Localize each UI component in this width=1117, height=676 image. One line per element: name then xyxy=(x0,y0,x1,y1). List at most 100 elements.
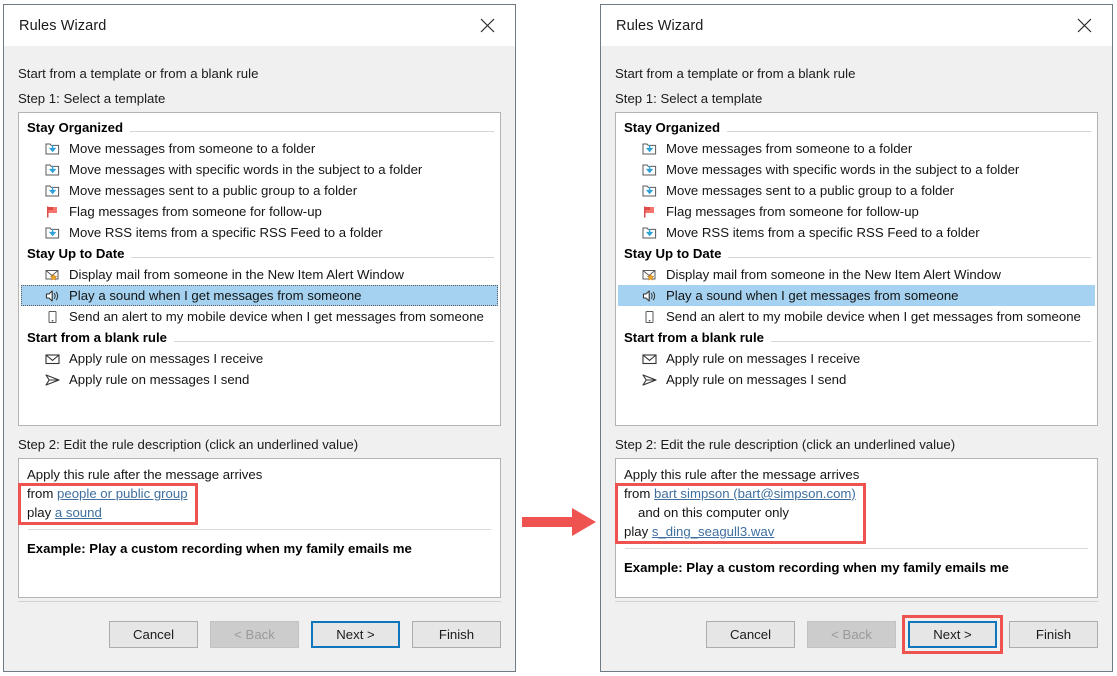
template-list-item[interactable]: Display mail from someone in the New Ite… xyxy=(21,264,498,285)
group-divider xyxy=(728,257,1091,258)
cancel-button[interactable]: Cancel xyxy=(706,621,795,648)
group-divider xyxy=(174,341,494,342)
send-arrow-icon xyxy=(640,371,659,388)
alert-window-icon xyxy=(640,266,659,283)
template-list-item[interactable]: Apply rule on messages I receive xyxy=(21,348,498,369)
move-to-folder-icon xyxy=(43,140,62,157)
close-icon[interactable] xyxy=(1062,5,1106,46)
description-example: Example: Play a custom recording when my… xyxy=(624,560,1089,575)
template-group-heading: Stay Organized xyxy=(616,117,1097,138)
from-prefix: from xyxy=(624,486,654,501)
finish-button[interactable]: Finish xyxy=(412,621,501,648)
group-divider xyxy=(130,131,494,132)
mobile-device-icon xyxy=(640,308,659,325)
alert-window-icon xyxy=(43,266,62,283)
window-title: Rules Wizard xyxy=(4,18,106,34)
description-line-play: play a sound xyxy=(27,503,492,522)
template-item-label: Move RSS items from a specific RSS Feed … xyxy=(69,225,383,240)
title-bar: Rules Wizard xyxy=(4,5,515,46)
template-item-label: Move messages sent to a public group to … xyxy=(666,183,954,198)
mobile-device-icon xyxy=(43,308,62,325)
group-divider xyxy=(727,131,1091,132)
template-item-label: Move messages from someone to a folder xyxy=(666,141,912,156)
template-list-item[interactable]: Move messages with specific words in the… xyxy=(618,159,1095,180)
step2-label: Step 2: Edit the rule description (click… xyxy=(615,438,1098,451)
play-value-link[interactable]: a sound xyxy=(55,505,102,520)
from-value-link[interactable]: people or public group xyxy=(57,486,188,501)
template-list-item[interactable]: Apply rule on messages I send xyxy=(618,369,1095,390)
template-list-item[interactable]: Move RSS items from a specific RSS Feed … xyxy=(618,222,1095,243)
template-list-item[interactable]: Flag messages from someone for follow-up xyxy=(21,201,498,222)
template-list-item[interactable]: Apply rule on messages I send xyxy=(21,369,498,390)
template-item-label: Apply rule on messages I send xyxy=(69,372,249,387)
description-divider xyxy=(625,548,1088,549)
template-item-label: Move RSS items from a specific RSS Feed … xyxy=(666,225,980,240)
move-to-folder-icon xyxy=(43,161,62,178)
template-group-label: Stay Organized xyxy=(624,120,720,135)
from-value-link[interactable]: bart simpson (bart@simpson.com) xyxy=(654,486,856,501)
play-value-link[interactable]: s_ding_seagull3.wav xyxy=(652,524,774,539)
template-list-item[interactable]: Move RSS items from a specific RSS Feed … xyxy=(21,222,498,243)
template-item-label: Display mail from someone in the New Ite… xyxy=(69,267,404,282)
envelope-icon xyxy=(43,350,62,367)
finish-button[interactable]: Finish xyxy=(1009,621,1098,648)
next-button[interactable]: Next > xyxy=(908,621,997,648)
template-item-label: Apply rule on messages I send xyxy=(666,372,846,387)
description-line-from: from people or public group xyxy=(27,484,492,503)
rule-description-box-left[interactable]: Apply this rule after the message arrive… xyxy=(18,458,501,598)
move-to-folder-icon xyxy=(43,182,62,199)
template-list-item[interactable]: Apply rule on messages I receive xyxy=(618,348,1095,369)
template-item-label: Flag messages from someone for follow-up xyxy=(69,204,322,219)
move-to-folder-icon xyxy=(640,161,659,178)
dialog-body: Start from a template or from a blank ru… xyxy=(601,46,1112,598)
template-item-label: Display mail from someone in the New Ite… xyxy=(666,267,1001,282)
next-button-highlight-wrap: Next > xyxy=(908,621,997,648)
move-to-folder-icon xyxy=(43,224,62,241)
description-line-apply: Apply this rule after the message arrive… xyxy=(624,465,1089,484)
template-item-label: Play a sound when I get messages from so… xyxy=(69,288,361,303)
speaker-icon xyxy=(640,287,659,304)
template-list-item[interactable]: Move messages from someone to a folder xyxy=(618,138,1095,159)
next-button[interactable]: Next > xyxy=(311,621,400,648)
group-divider xyxy=(131,257,494,258)
template-item-label: Apply rule on messages I receive xyxy=(69,351,263,366)
template-group-label: Stay Up to Date xyxy=(624,246,721,261)
template-list-item[interactable]: Send an alert to my mobile device when I… xyxy=(618,306,1095,327)
rule-description-box-right[interactable]: Apply this rule after the message arrive… xyxy=(615,458,1098,598)
template-list-item[interactable]: Play a sound when I get messages from so… xyxy=(21,285,498,306)
envelope-icon xyxy=(640,350,659,367)
template-list-item[interactable]: Send an alert to my mobile device when I… xyxy=(21,306,498,327)
template-list-item[interactable]: Move messages with specific words in the… xyxy=(21,159,498,180)
intro-text: Start from a template or from a blank ru… xyxy=(18,67,501,80)
template-item-label: Move messages from someone to a folder xyxy=(69,141,315,156)
template-group-heading: Start from a blank rule xyxy=(616,327,1097,348)
template-group-heading: Start from a blank rule xyxy=(19,327,500,348)
template-list-item[interactable]: Move messages from someone to a folder xyxy=(21,138,498,159)
cancel-button[interactable]: Cancel xyxy=(109,621,198,648)
description-line-from: from bart simpson (bart@simpson.com) xyxy=(624,484,1089,503)
template-group-label: Stay Organized xyxy=(27,120,123,135)
template-list-item[interactable]: Move messages sent to a public group to … xyxy=(21,180,498,201)
template-group-label: Stay Up to Date xyxy=(27,246,124,261)
template-listbox-left[interactable]: Stay Organized Move messages from someone… xyxy=(18,112,501,425)
send-arrow-icon xyxy=(43,371,62,388)
description-line-apply: Apply this rule after the message arrive… xyxy=(27,465,492,484)
speaker-icon xyxy=(43,287,62,304)
group-divider xyxy=(771,341,1091,342)
template-list-item[interactable]: Play a sound when I get messages from so… xyxy=(618,285,1095,306)
template-list-item[interactable]: Flag messages from someone for follow-up xyxy=(618,201,1095,222)
step1-label: Step 1: Select a template xyxy=(18,92,501,105)
back-button: < Back xyxy=(210,621,299,648)
footer-divider xyxy=(18,601,501,602)
close-icon[interactable] xyxy=(465,5,509,46)
description-divider xyxy=(28,529,491,530)
template-item-label: Send an alert to my mobile device when I… xyxy=(666,309,1081,324)
flag-icon xyxy=(43,203,62,220)
template-listbox-right[interactable]: Stay Organized Move messages from someone… xyxy=(615,112,1098,425)
description-line-play: play s_ding_seagull3.wav xyxy=(624,522,1089,541)
intro-text: Start from a template or from a blank ru… xyxy=(615,67,1098,80)
template-list-item[interactable]: Display mail from someone in the New Ite… xyxy=(618,264,1095,285)
template-group-label: Start from a blank rule xyxy=(27,330,167,345)
template-group-heading: Stay Up to Date xyxy=(616,243,1097,264)
template-list-item[interactable]: Move messages sent to a public group to … xyxy=(618,180,1095,201)
